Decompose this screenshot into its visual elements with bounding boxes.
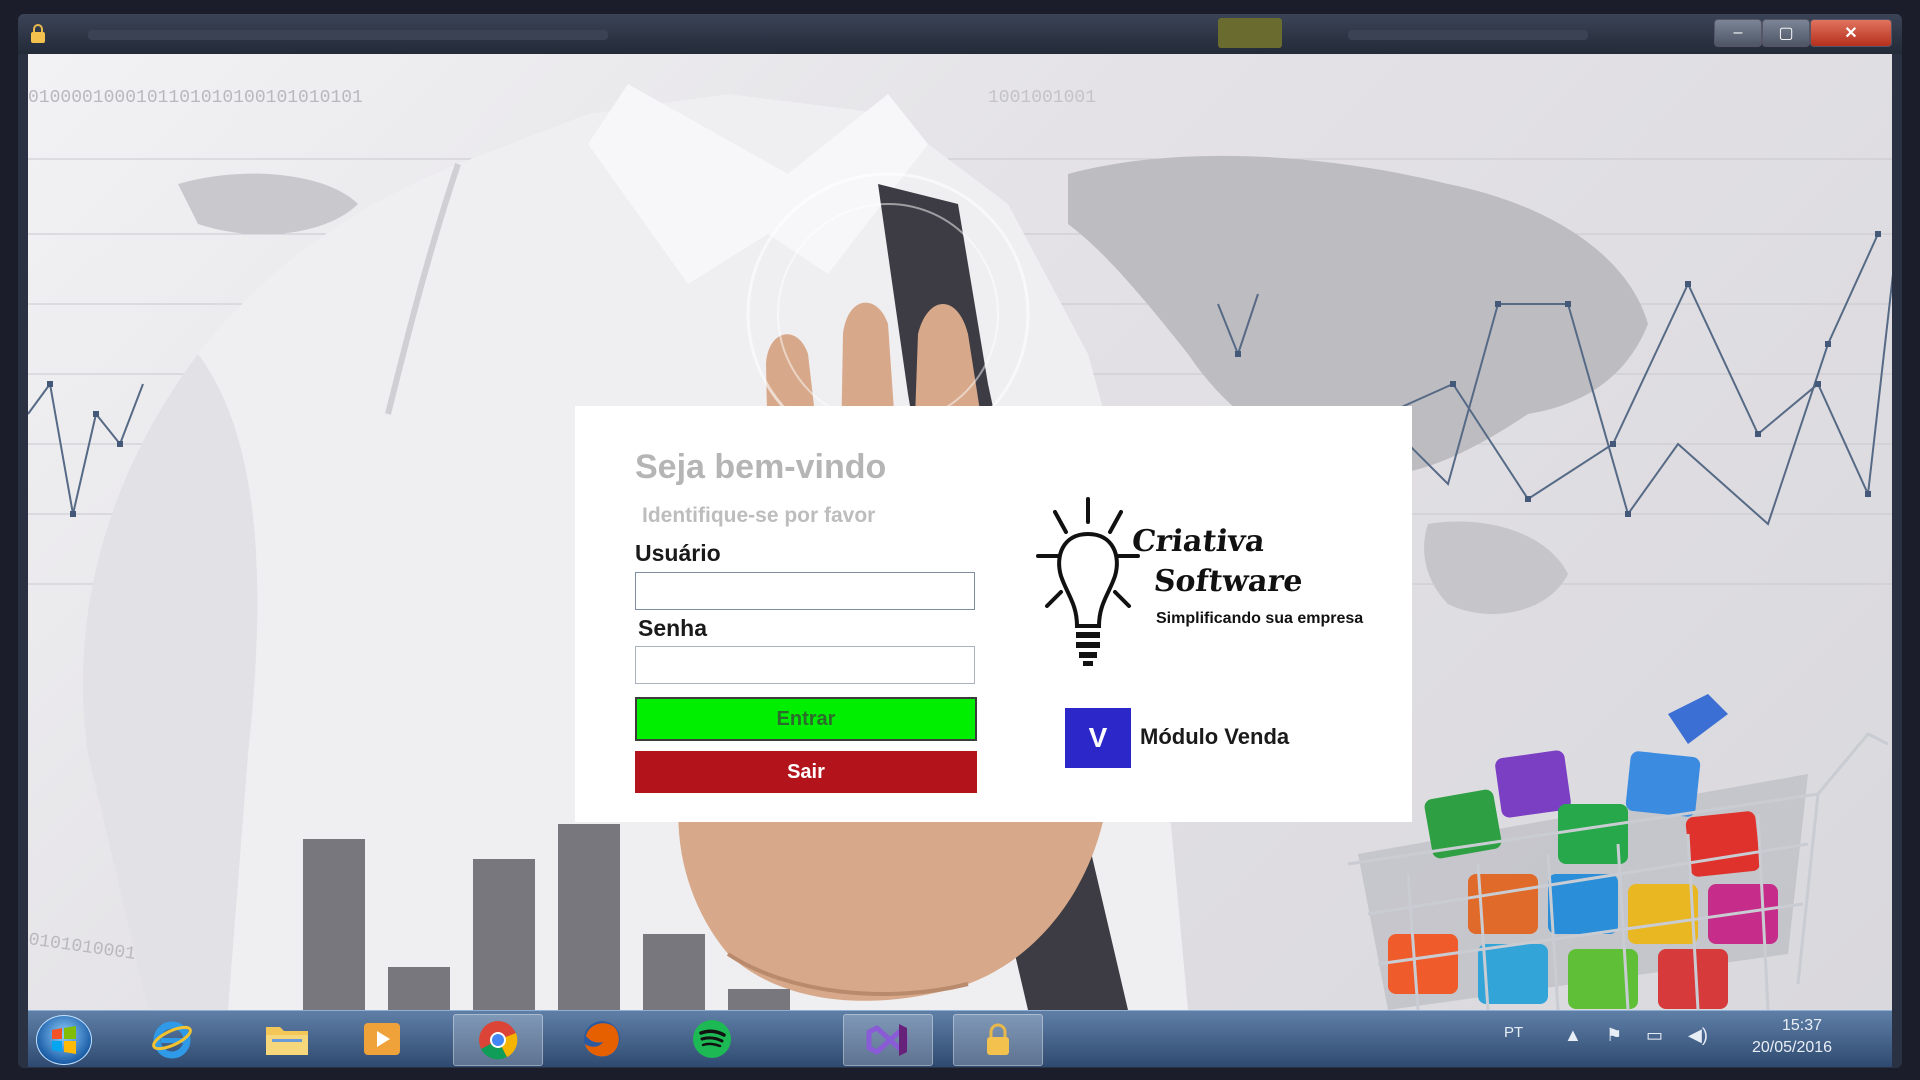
show-hidden-icons-icon[interactable]: ▲ <box>1564 1025 1582 1046</box>
close-button[interactable]: ✕ <box>1810 19 1892 47</box>
password-input[interactable] <box>635 646 975 684</box>
background-image: 0100001000101101010100101010101 10010010… <box>28 54 1892 1010</box>
identify-subtitle: Identifique-se por favor <box>642 504 876 527</box>
user-input[interactable] <box>635 572 975 610</box>
clock-date[interactable]: 20/05/2016 <box>1752 1039 1832 1057</box>
taskbar: PT ▲ ⚑ ▭ ◀) 15:37 20/05/2016 <box>28 1010 1892 1067</box>
lightbulb-logo-icon <box>1036 497 1140 666</box>
action-center-flag-icon[interactable]: ⚑ <box>1606 1025 1622 1046</box>
taskbar-chrome[interactable] <box>453 1014 543 1066</box>
lock-icon <box>987 1023 1009 1055</box>
windows-start-button[interactable] <box>36 1015 92 1065</box>
windows-logo-icon <box>52 1026 76 1054</box>
taskbar-spotify[interactable] <box>668 1014 756 1064</box>
folder-icon <box>266 1027 308 1055</box>
brand-tagline: Simplificando sua empresa <box>1156 610 1364 627</box>
enter-button[interactable]: Entrar <box>635 697 977 741</box>
login-panel: Seja bem-vindo Identifique-se por favor … <box>575 406 1412 822</box>
taskbar-firefox[interactable] <box>558 1014 646 1064</box>
chrome-icon <box>479 1021 518 1060</box>
title-bar: – ▢ ✕ <box>18 14 1902 54</box>
module-label: Módulo Venda <box>1140 724 1290 749</box>
module-badge: V <box>1065 708 1131 768</box>
language-indicator[interactable]: PT <box>1504 1024 1523 1041</box>
user-label: Usuário <box>635 540 721 566</box>
taskbar-visual-studio[interactable] <box>843 1014 933 1066</box>
internet-explorer-icon <box>152 1021 192 1059</box>
visual-studio-icon <box>866 1024 908 1056</box>
spotify-icon <box>693 1020 731 1058</box>
volume-icon[interactable]: ◀) <box>1688 1025 1708 1046</box>
media-player-icon <box>364 1023 400 1055</box>
title-bar-widget <box>1218 18 1282 48</box>
title-bar-info <box>1348 30 1588 40</box>
clock-time[interactable]: 15:37 <box>1782 1017 1822 1035</box>
app-lock-icon <box>31 24 45 43</box>
svg-text:010000100010110101010010101010: 0100001000101101010100101010101 <box>28 88 363 108</box>
window-title <box>88 30 608 40</box>
minimize-button[interactable]: – <box>1714 19 1762 47</box>
taskbar-file-explorer[interactable] <box>243 1014 331 1064</box>
password-label: Senha <box>638 615 708 641</box>
svg-text:1001001001: 1001001001 <box>988 88 1096 108</box>
network-icon[interactable]: ▭ <box>1646 1025 1663 1046</box>
maximize-button[interactable]: ▢ <box>1762 19 1810 47</box>
taskbar-media-player[interactable] <box>338 1014 426 1064</box>
taskbar-internet-explorer[interactable] <box>128 1014 216 1064</box>
welcome-heading: Seja bem-vindo <box>635 448 887 486</box>
exit-button[interactable]: Sair <box>635 751 977 793</box>
firefox-icon <box>584 1021 620 1057</box>
brand-name-line2: Software <box>1152 564 1305 599</box>
taskbar-app-lock[interactable] <box>953 1014 1043 1066</box>
brand-name-line1: Criativa <box>1130 524 1267 559</box>
